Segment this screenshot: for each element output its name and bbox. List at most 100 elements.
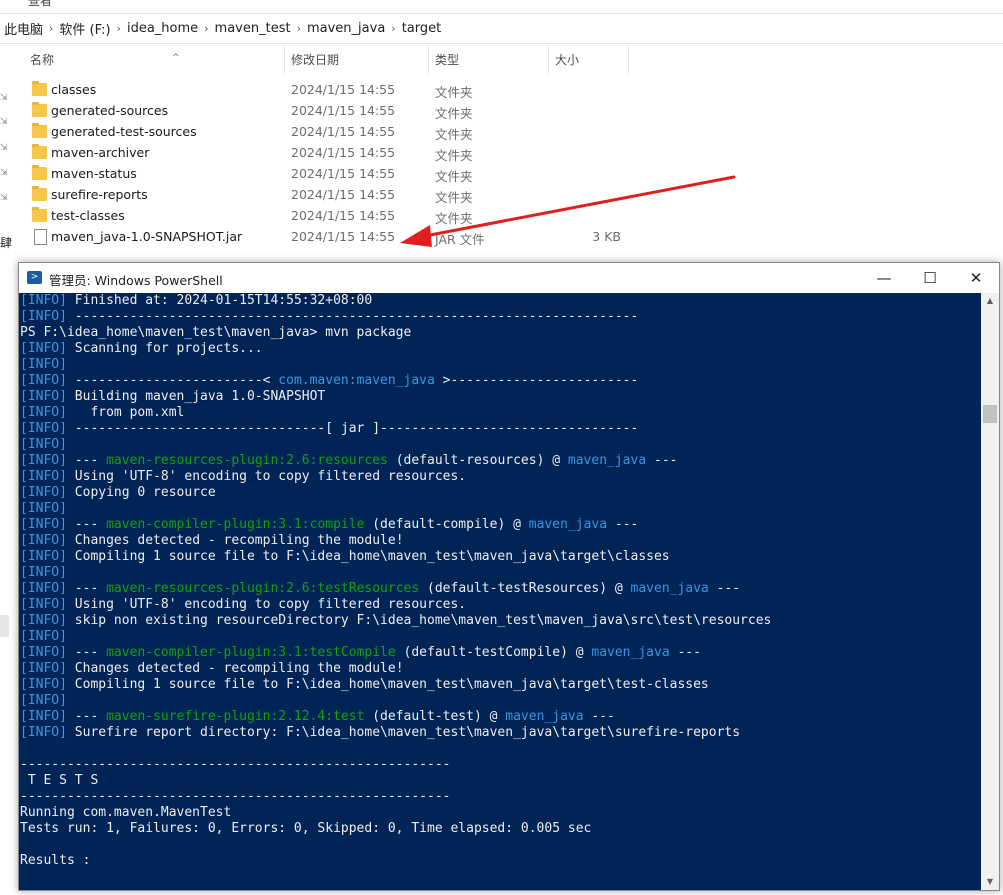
info-tag: [INFO] <box>20 453 67 468</box>
console-text: Results : <box>20 853 91 868</box>
ribbon-view-label[interactable]: 查看 <box>28 0 52 9</box>
console-line: [INFO] Changes detected - recompiling th… <box>19 661 981 677</box>
plugin-goal: maven-compiler-plugin:3.1:testCompile <box>106 645 396 660</box>
maximize-button[interactable]: ☐ <box>907 263 953 293</box>
file-row[interactable]: test-classes 2024/1/15 14:55 文件夹 <box>0 206 700 227</box>
explorer-ribbon-strip: 查看 <box>0 0 1003 12</box>
console-line: [INFO] ------------------------< com.mav… <box>19 373 981 389</box>
console-line: T E S T S <box>19 773 981 789</box>
console-text: Finished at: 2024-01-15T14:55:32+08:00 <box>66 293 373 308</box>
info-tag: [INFO] <box>20 597 67 612</box>
console-line: Running com.maven.MavenTest <box>19 805 981 821</box>
file-type: 文件夹 <box>435 190 473 205</box>
breadcrumb-drive-f[interactable]: 软件 (F:) <box>55 19 114 38</box>
console-line: [INFO] ---------------------------------… <box>19 309 981 325</box>
console-line: [INFO] Using 'UTF-8' encoding to copy fi… <box>19 469 981 485</box>
chevron-right-icon[interactable]: › <box>202 22 210 35</box>
info-tag: [INFO] <box>20 533 67 548</box>
breadcrumb-target[interactable]: target <box>398 21 446 36</box>
plugin-goal: maven-resources-plugin:2.6:resources <box>106 453 388 468</box>
close-button[interactable]: ✕ <box>953 263 999 293</box>
info-tag: [INFO] <box>20 581 67 596</box>
info-tag: [INFO] <box>20 517 67 532</box>
vertical-scrollbar[interactable]: ▲ ▼ <box>981 293 999 890</box>
console-text: Changes detected - recompiling the modul… <box>66 661 404 676</box>
column-header-type[interactable]: 类型 <box>429 45 549 75</box>
console-text: --- <box>583 709 615 724</box>
pin-icon[interactable]: ⇲ <box>0 143 8 153</box>
info-tag: [INFO] <box>20 549 67 564</box>
file-name: classes <box>51 82 97 97</box>
pin-icon[interactable]: ⇲ <box>0 193 8 203</box>
console-line: PS F:\idea_home\maven_test\maven_java> m… <box>19 325 981 341</box>
minimize-button[interactable]: — <box>861 263 907 293</box>
console-line: [INFO] <box>19 629 981 645</box>
file-modified-date: 2024/1/15 14:55 <box>291 208 396 223</box>
pin-icon[interactable]: ⇲ <box>0 93 8 103</box>
address-bar[interactable]: 此电脑 › 软件 (F:) › idea_home › maven_test ›… <box>0 13 1003 44</box>
console-text: --- <box>66 709 107 724</box>
console-text: --- <box>669 645 701 660</box>
info-tag: [INFO] <box>20 565 67 580</box>
file-row[interactable]: maven-archiver 2024/1/15 14:55 文件夹 <box>0 143 700 164</box>
folder-icon <box>32 165 47 180</box>
nav-pane-edge <box>0 615 9 637</box>
console-line: [INFO] Building maven_java 1.0-SNAPSHOT <box>19 389 981 405</box>
pin-icon[interactable]: ⇲ <box>0 168 8 178</box>
folder-icon <box>32 186 47 201</box>
file-modified-date: 2024/1/15 14:55 <box>291 145 396 160</box>
info-tag: [INFO] <box>20 341 67 356</box>
file-type: 文件夹 <box>435 106 473 121</box>
info-tag: [INFO] <box>20 709 67 724</box>
console-line: [INFO] skip non existing resourceDirecto… <box>19 613 981 629</box>
info-tag: [INFO] <box>20 661 67 676</box>
column-header-size[interactable]: 大小 <box>549 45 629 75</box>
console-line: [INFO] --- maven-compiler-plugin:3.1:com… <box>19 517 981 533</box>
breadcrumb-idea-home[interactable]: idea_home <box>123 21 202 36</box>
folder-icon <box>32 207 47 222</box>
console-line: [INFO] <box>19 437 981 453</box>
project-name: maven_java <box>591 645 670 660</box>
console-text: ----------------------------------------… <box>20 757 451 772</box>
folder-icon <box>32 123 47 138</box>
info-tag: [INFO] <box>20 405 67 420</box>
console-text: Running com.maven.MavenTest <box>20 805 232 820</box>
console-text: PS F:\idea_home\maven_test\maven_java> m… <box>20 325 412 340</box>
console-text: (default-testCompile) @ <box>395 645 592 660</box>
info-tag: [INFO] <box>20 501 67 516</box>
chevron-right-icon[interactable]: › <box>295 22 303 35</box>
powershell-titlebar[interactable]: > 管理员: Windows PowerShell — ☐ ✕ <box>19 263 999 293</box>
window-title: 管理员: Windows PowerShell <box>49 273 223 288</box>
file-list-header: ^ 名称 修改日期 类型 大小 <box>0 45 1003 75</box>
file-name: maven-status <box>51 166 137 181</box>
breadcrumb-maven-test[interactable]: maven_test <box>211 21 295 36</box>
console-text: from pom.xml <box>66 405 185 420</box>
file-modified-date: 2024/1/15 14:55 <box>291 187 396 202</box>
column-header-date[interactable]: 修改日期 <box>285 45 429 75</box>
scroll-down-icon[interactable]: ▼ <box>981 874 999 890</box>
console-output[interactable]: [INFO] Finished at: 2024-01-15T14:55:32+… <box>19 293 981 890</box>
file-row[interactable]: classes 2024/1/15 14:55 文件夹 <box>0 80 700 101</box>
chevron-right-icon[interactable]: › <box>389 22 397 35</box>
info-tag: [INFO] <box>20 677 67 692</box>
file-row[interactable]: surefire-reports 2024/1/15 14:55 文件夹 <box>0 185 700 206</box>
console-text: ----------------------------------------… <box>20 789 451 804</box>
scroll-up-icon[interactable]: ▲ <box>981 293 999 309</box>
file-row[interactable]: generated-test-sources 2024/1/15 14:55 文件夹 <box>0 122 700 143</box>
chevron-right-icon[interactable]: › <box>47 22 55 35</box>
pin-icon[interactable]: ⇲ <box>0 117 8 127</box>
file-row[interactable]: generated-sources 2024/1/15 14:55 文件夹 <box>0 101 700 122</box>
project-name: maven_java <box>528 517 608 532</box>
breadcrumb-maven-java[interactable]: maven_java <box>303 21 389 36</box>
scrollbar-thumb[interactable] <box>983 405 997 423</box>
console-line: [INFO] --- maven-surefire-plugin:2.12.4:… <box>19 709 981 725</box>
chevron-right-icon[interactable]: › <box>115 22 123 35</box>
console-line: [INFO] --- maven-resources-plugin:2.6:te… <box>19 581 981 597</box>
file-row[interactable]: maven_java-1.0-SNAPSHOT.jar 2024/1/15 14:… <box>0 227 700 248</box>
console-line: [INFO] Scanning for projects... <box>19 341 981 357</box>
column-header-name[interactable]: ^ 名称 <box>24 45 285 75</box>
file-row[interactable]: maven-status 2024/1/15 14:55 文件夹 <box>0 164 700 185</box>
powershell-window[interactable]: > 管理员: Windows PowerShell — ☐ ✕ [INFO] F… <box>18 262 1000 891</box>
console-text: ------------------------< <box>66 373 279 388</box>
breadcrumb-this-pc[interactable]: 此电脑 <box>0 19 47 38</box>
